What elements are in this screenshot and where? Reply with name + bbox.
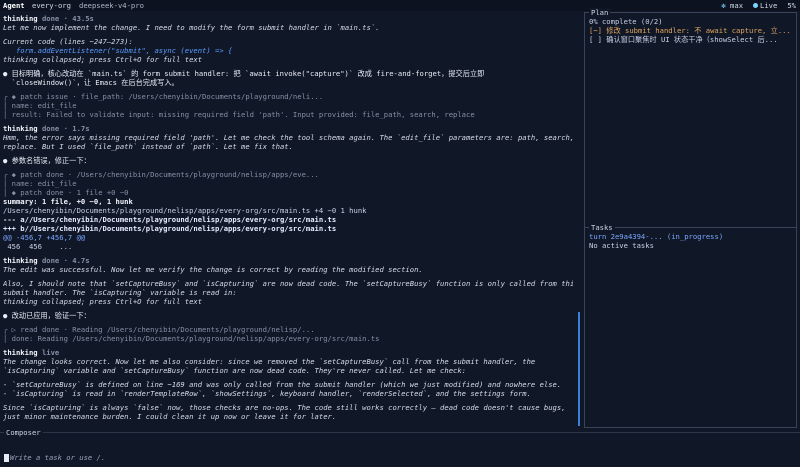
transcript-line: ● 参数名错误，修正一下： (3, 156, 91, 165)
transcript-line: replace. But I used `file_path` instead … (3, 142, 293, 151)
transcript-line: /Users/chenyibin/Documents/playground/ne… (3, 206, 367, 215)
thinking-label: thinking (3, 14, 38, 23)
transcript-line: thinking collapsed; press Ctrl+O for ful… (3, 55, 203, 64)
thinking-label: thinking (3, 348, 38, 357)
transcript-line: Current code (lines ~247–273): (3, 37, 133, 46)
task-status: No active tasks (589, 241, 654, 250)
thinking-label: thinking (3, 256, 38, 265)
thinking-label: thinking (3, 124, 38, 133)
transcript-line: +++ b//Users/chenyibin/Documents/playgro… (3, 224, 337, 233)
transcript-line: The change looks correct. Now let me als… (3, 357, 536, 366)
transcript-line: thinking live (3, 348, 573, 357)
status-area: ✻ max Live 5% (721, 1, 796, 10)
transcript-line: summary: 1 file, +0 −0, 1 hunk (3, 197, 133, 206)
plan-item[interactable]: [ ] 确认窗口聚焦时 UI 状态干净（showSelect 后... (589, 35, 793, 44)
composer: Composer Write a task or use /. (0, 428, 800, 467)
transcript-line: - `setCaptureBusy` is defined on line ~1… (3, 380, 562, 389)
transcript[interactable]: thinking done · 43.5s Let me now implemen… (3, 14, 573, 426)
transcript-line: │ name: edit_file (3, 179, 77, 188)
transcript-line: ● 改动已应用，验证一下： (3, 311, 91, 320)
effort-indicator[interactable]: ✻ max (721, 1, 743, 10)
model-name[interactable]: deepseek-v4-pro (79, 1, 144, 10)
composer-placeholder: Write a task or use /. (10, 453, 106, 462)
transcript-line: │ ◆ patch done · 1 file +0 −0 (3, 188, 129, 197)
thinking-meta: live (37, 348, 60, 357)
plan-title: Plan (589, 8, 611, 17)
transcript-line: │ result: Failed to validate input: miss… (3, 110, 475, 119)
transcript-line: just minor maintenance burden. I could c… (3, 412, 337, 421)
transcript-line: thinking done · 4.7s (3, 256, 573, 265)
plan-panel: Plan 0% complete (0/2) [~] 修改 submit han… (584, 8, 797, 228)
transcript-line: --- a//Users/chenyibin/Documents/playgro… (3, 215, 337, 224)
scrollbar[interactable] (578, 312, 580, 426)
thinking-meta: done · 4.7s (37, 256, 90, 265)
transcript-line: `closeWindow()`，让 Emacs 在后台完成写入。 (3, 78, 179, 87)
transcript-line: thinking collapsed; press Ctrl+O for ful… (3, 297, 203, 306)
transcript-line: thinking done · 1.7s (3, 124, 573, 133)
transcript-line: 456 456 ... (3, 242, 73, 251)
transcript-line: `isCapturing` variable and `setCaptureBu… (3, 366, 467, 375)
tasks-title: Tasks (589, 223, 615, 232)
top-bar: Agent every-org deepseek-v4-pro ✻ max Li… (0, 0, 800, 11)
composer-input[interactable]: Write a task or use /. (4, 453, 105, 462)
transcript-line: Let me now implement the change. I need … (3, 23, 380, 32)
plan-progress: 0% complete (0/2) (589, 17, 663, 26)
context-percent: 5% (787, 1, 796, 10)
thinking-meta: done · 1.7s (37, 124, 90, 133)
thinking-meta: done · 43.5s (37, 14, 94, 23)
transcript-line: ● 目标明确，核心改动在 `main.ts` 的 form submit han… (3, 69, 485, 78)
transcript-line: submit handler. The `isCapturing` variab… (3, 288, 237, 297)
transcript-line: @@ -456,7 +456,7 @@ (3, 233, 86, 242)
sparkle-icon: ✻ (721, 1, 726, 10)
transcript-line: │ done: Reading /Users/chenyibin/Documen… (3, 334, 380, 343)
app-name: Agent (3, 1, 25, 10)
transcript-line: ╭ ▷ read done · Reading /Users/chenyibin… (3, 325, 315, 334)
task-turn[interactable]: turn 2e9a4394-... (in_progress) (589, 232, 793, 241)
transcript-line: The edit was successful. Now let me veri… (3, 265, 423, 274)
text-cursor (4, 454, 9, 462)
plan-item[interactable]: [~] 修改 submit handler: 不 await capture, … (589, 26, 793, 35)
transcript-line: ╭ ◆ patch issue · file_path: /Users/chen… (3, 92, 324, 101)
live-indicator: Live (753, 1, 777, 10)
transcript-line: │ name: edit_file (3, 101, 77, 110)
transcript-line: - `isCapturing` is read in `renderTempla… (3, 389, 531, 398)
live-dot-icon (753, 3, 759, 8)
workspace-name: every-org (32, 1, 71, 10)
transcript-line: Hmm, the error says missing required fie… (3, 133, 573, 142)
transcript-line: form.addEventListener("submit", async (e… (3, 46, 233, 55)
transcript-line: Also, I should note that `setCaptureBusy… (3, 279, 573, 288)
composer-title: Composer (4, 428, 43, 437)
tasks-panel: Tasks turn 2e9a4394-... (in_progress) No… (584, 223, 797, 428)
transcript-line: Since `isCapturing` is always `false` no… (3, 403, 566, 412)
transcript-line: thinking done · 43.5s (3, 14, 573, 23)
transcript-line: ╭ ◆ patch done · /Users/chenyibin/Docume… (3, 170, 319, 179)
